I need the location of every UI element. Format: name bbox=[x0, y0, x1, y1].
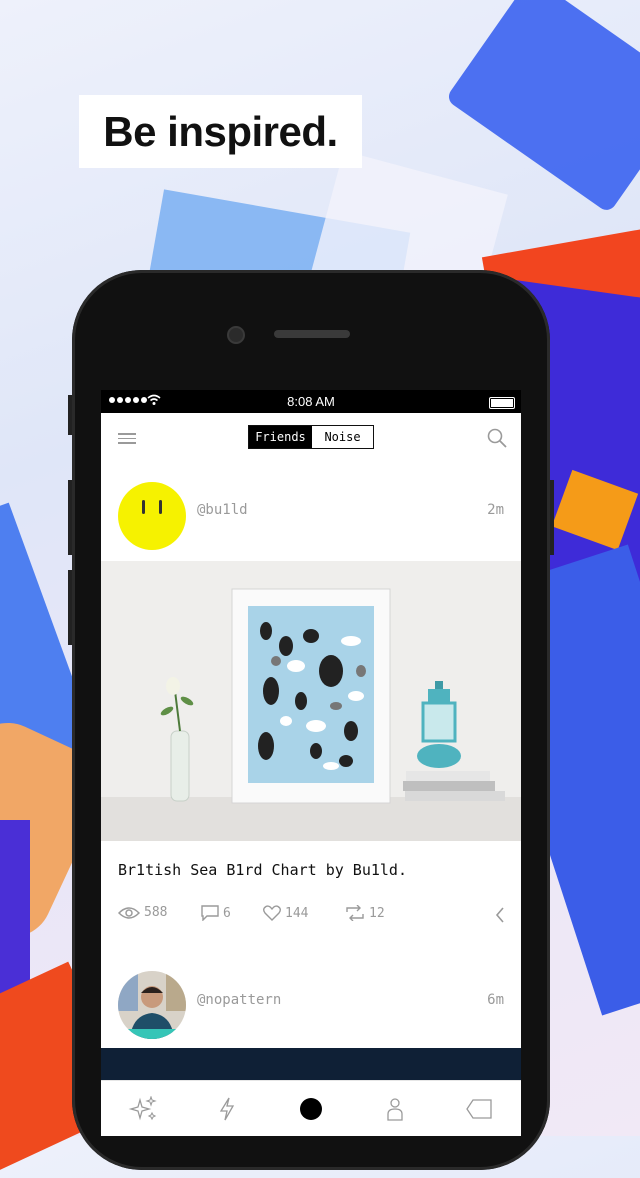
comments-button[interactable]: 6 bbox=[201, 905, 231, 921]
tag-icon bbox=[466, 1098, 492, 1119]
lightning-icon bbox=[219, 1097, 235, 1120]
avatar[interactable] bbox=[118, 971, 186, 1039]
tab-collections[interactable] bbox=[459, 1089, 499, 1129]
tab-home[interactable] bbox=[291, 1089, 331, 1129]
heart-icon bbox=[263, 905, 281, 921]
user-photo-avatar bbox=[118, 971, 186, 1039]
volume-down-button bbox=[68, 570, 72, 645]
volume-up-button bbox=[68, 480, 72, 555]
views-count: 588 bbox=[144, 905, 168, 920]
bottom-tab-bar bbox=[101, 1080, 521, 1136]
post-actions: 588 6 144 12 bbox=[101, 899, 521, 943]
likes-count: 144 bbox=[285, 905, 309, 921]
post-header: @nopattern 6m bbox=[101, 943, 521, 1048]
post-caption: Br1tish Sea B1rd Chart by Bu1ld. bbox=[118, 861, 407, 879]
comment-icon bbox=[201, 905, 219, 921]
tab-activity[interactable] bbox=[207, 1089, 247, 1129]
eye-icon bbox=[118, 906, 140, 919]
app-screen: 8:08 AM Friends Noise @bu1ld 2m Br1tish … bbox=[101, 390, 521, 1136]
bg-shape bbox=[0, 820, 30, 1000]
post-username[interactable]: @bu1ld bbox=[197, 502, 248, 518]
bg-shape bbox=[445, 0, 640, 214]
post-image[interactable] bbox=[101, 561, 521, 841]
power-button bbox=[550, 480, 554, 555]
repost-icon bbox=[346, 905, 364, 921]
promo-tagline: Be inspired. bbox=[79, 95, 362, 168]
post-time: 2m bbox=[487, 502, 504, 518]
earpiece-speaker bbox=[274, 330, 350, 338]
search-icon[interactable] bbox=[487, 428, 507, 448]
hamburger-icon[interactable] bbox=[118, 433, 136, 447]
feed-switcher: Friends Noise bbox=[248, 425, 374, 449]
chevron-left-icon[interactable] bbox=[495, 907, 505, 923]
signal-strength-icon bbox=[109, 397, 147, 403]
top-navigation: Friends Noise bbox=[101, 413, 521, 461]
like-button[interactable]: 144 bbox=[263, 905, 308, 921]
tab-discover[interactable] bbox=[123, 1089, 163, 1129]
comments-count: 6 bbox=[223, 905, 231, 921]
sparkles-icon bbox=[128, 1095, 157, 1120]
repost-button[interactable]: 12 bbox=[345, 905, 385, 921]
post-header: @bu1ld 2m bbox=[101, 461, 521, 561]
wifi-icon bbox=[147, 394, 161, 405]
tab-friends[interactable]: Friends bbox=[249, 426, 312, 448]
avatar[interactable] bbox=[118, 482, 186, 550]
profile-icon bbox=[387, 1097, 403, 1121]
reposts-count: 12 bbox=[369, 905, 385, 921]
home-dot-icon bbox=[300, 1097, 322, 1120]
smiley-avatar-icon bbox=[142, 500, 162, 514]
post-username[interactable]: @nopattern bbox=[197, 992, 281, 1008]
bird-chart-photo bbox=[101, 561, 521, 841]
views-stat: 588 bbox=[118, 905, 167, 920]
post-time: 6m bbox=[487, 992, 504, 1008]
battery-icon bbox=[489, 397, 515, 409]
bg-shape bbox=[551, 469, 639, 551]
status-bar: 8:08 AM bbox=[101, 390, 521, 413]
front-camera bbox=[227, 326, 245, 344]
mute-switch bbox=[68, 395, 72, 435]
status-time: 8:08 AM bbox=[287, 394, 335, 409]
tab-noise[interactable]: Noise bbox=[312, 426, 373, 448]
tab-profile[interactable] bbox=[375, 1089, 415, 1129]
